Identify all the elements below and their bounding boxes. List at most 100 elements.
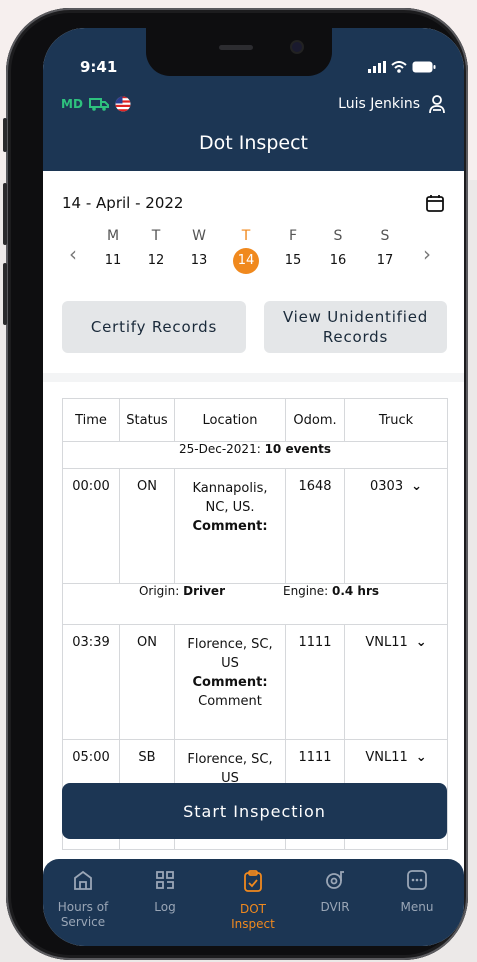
nav-dot-inspect[interactable]: DOT Inspect — [213, 869, 293, 932]
day-letter: W — [192, 228, 206, 244]
nav-label: DOT — [239, 902, 266, 916]
location-value: Kannapolis, NC, US. — [192, 481, 268, 515]
section-divider — [43, 373, 464, 382]
origin-cell: Origin: Driver Engine: 0.4 hrs — [62, 583, 448, 625]
nav-label: DVIR — [320, 900, 350, 914]
day-number: 17 — [376, 253, 394, 268]
comment-label: Comment: — [192, 519, 268, 534]
group-row: 25-Dec-2021: 10 events — [62, 441, 448, 469]
nav-label: Hours of — [57, 900, 109, 914]
status-value: ON — [137, 635, 157, 650]
user-name: Luis Jenkins — [338, 96, 420, 112]
volume-up-button — [3, 183, 7, 245]
day-letter: T — [151, 228, 161, 244]
nav-label: Menu — [400, 900, 434, 914]
week-strip: ‹ M 11 T 12 W 13 T 14 F 15 S 16 S 17 › — [63, 228, 449, 280]
odom-value: 1111 — [298, 635, 332, 650]
cell-status: ON — [119, 468, 175, 584]
nav-log[interactable]: Log — [125, 869, 205, 915]
nav-dvir[interactable]: DVIR — [295, 869, 375, 915]
day-number: 15 — [284, 253, 302, 268]
truck-value: VNL11 — [365, 635, 408, 650]
day-letter: M — [106, 228, 120, 244]
calendar-icon — [426, 195, 444, 212]
view-unidentified-line1: View Unidentified — [282, 308, 429, 326]
chevron-down-icon[interactable]: ⌄ — [416, 635, 427, 650]
nav-label-2: Inspect — [231, 917, 275, 931]
truck-value: VNL11 — [365, 750, 408, 765]
day-mon[interactable]: M 11 — [96, 228, 130, 274]
nav-label: Log — [154, 900, 176, 914]
view-unidentified-line2: Records — [322, 328, 389, 346]
cell-truck: 0303 ⌄ — [344, 468, 448, 584]
col-status: Status — [119, 398, 175, 442]
day-sat[interactable]: S 16 — [321, 228, 355, 274]
next-week-arrow[interactable]: › — [423, 242, 431, 266]
phone-frame: 9:41 MD Luis Jenkins Dot Inspect 14 - Ap… — [3, 8, 468, 960]
table-row[interactable]: 00:00 ON Kannapolis, NC, US. Comment: 164… — [62, 468, 448, 584]
system-icons — [368, 61, 436, 73]
duty-status-row: MD — [61, 96, 131, 112]
table-row[interactable]: 03:39 ON Florence, SC, US Comment: Comment… — [62, 624, 448, 740]
menu-icon — [407, 870, 427, 890]
qr-icon — [156, 871, 174, 889]
comment-value: Comment — [198, 694, 262, 709]
col-time: Time — [62, 398, 120, 442]
location-value: Florence, SC, US — [187, 637, 273, 671]
truck-icon — [88, 98, 109, 111]
time-value: 03:39 — [72, 635, 110, 650]
start-inspection-button[interactable]: Start Inspection — [62, 783, 447, 839]
user-info[interactable]: Luis Jenkins — [338, 94, 446, 114]
status-value: SB — [138, 750, 156, 765]
view-unidentified-records-button[interactable]: View Unidentified Records — [264, 301, 447, 353]
cell-location: Florence, SC, US Comment: Comment — [174, 624, 286, 740]
camera — [292, 42, 302, 52]
page-title: Dot Inspect — [199, 132, 308, 154]
status-time: 9:41 — [80, 58, 118, 76]
cell-location: Kannapolis, NC, US. Comment: — [174, 468, 286, 584]
day-letter: T — [241, 228, 251, 244]
engine-label: Engine: — [282, 584, 332, 598]
day-sun[interactable]: S 17 — [368, 228, 402, 274]
day-wed[interactable]: W 13 — [182, 228, 216, 274]
day-tue[interactable]: T 12 — [139, 228, 173, 274]
wifi-icon — [391, 61, 407, 73]
cell-status: ON — [119, 624, 175, 740]
tape-icon — [326, 871, 344, 889]
time-value: 00:00 — [72, 479, 110, 494]
certify-records-button[interactable]: Certify Records — [62, 301, 246, 353]
comment-label: Comment: — [192, 675, 268, 690]
mute-switch — [3, 118, 7, 152]
cell-truck: VNL11 ⌄ — [344, 624, 448, 740]
app-header: 9:41 MD Luis Jenkins Dot Inspect — [43, 28, 464, 171]
day-fri[interactable]: F 15 — [276, 228, 310, 274]
calendar-button[interactable] — [426, 194, 444, 216]
time-value: 05:00 — [72, 750, 110, 765]
md-label: MD — [61, 97, 83, 111]
phone-screen: 9:41 MD Luis Jenkins Dot Inspect 14 - Ap… — [43, 28, 464, 946]
nav-hours-of-service[interactable]: Hours of Service — [43, 869, 123, 930]
origin-row: Origin: Driver Engine: 0.4 hrs — [62, 583, 448, 625]
cell-odom: 1111 — [285, 624, 345, 740]
group-date: 25-Dec-2021: — [179, 442, 265, 456]
chevron-down-icon[interactable]: ⌄ — [411, 479, 422, 494]
odom-value: 1648 — [298, 479, 332, 494]
group-label: 25-Dec-2021: 10 events — [62, 441, 448, 469]
day-thu-selected[interactable]: T 14 — [229, 228, 263, 274]
prev-week-arrow[interactable]: ‹ — [69, 242, 77, 266]
cell-odom: 1648 — [285, 468, 345, 584]
day-number: 14 — [233, 248, 259, 274]
user-icon — [429, 95, 445, 114]
volume-down-button — [3, 263, 7, 325]
table-header-row: Time Status Location Odom. Truck — [62, 398, 448, 442]
bottom-nav: Hours of Service Log DOT Inspect DVIR Menu — [43, 859, 464, 946]
col-truck: Truck — [344, 398, 448, 442]
day-letter: S — [333, 228, 343, 244]
home-icon — [74, 870, 92, 890]
battery-icon — [412, 61, 436, 73]
chevron-down-icon[interactable]: ⌄ — [416, 750, 427, 765]
day-letter: F — [288, 228, 298, 244]
engine-value: 0.4 hrs — [331, 584, 380, 598]
notch — [146, 28, 332, 76]
nav-menu[interactable]: Menu — [377, 869, 457, 915]
